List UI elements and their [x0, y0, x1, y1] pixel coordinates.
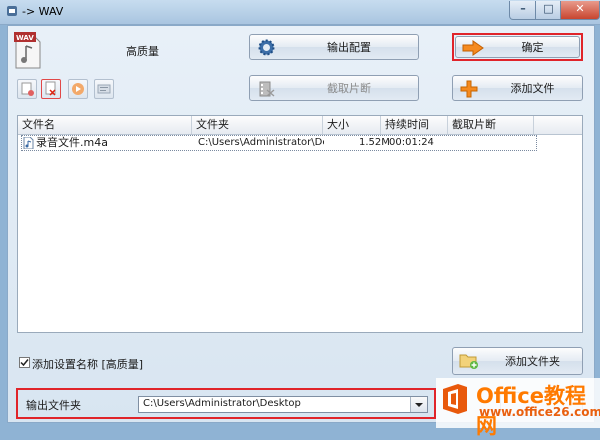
watermark-logo: Office教程网 www.office26.com: [436, 378, 600, 438]
table-header: 文件名 文件夹 大小 持续时间 截取片断: [18, 116, 582, 135]
cell-duration: 00:01:24: [389, 137, 434, 148]
output-folder-select[interactable]: C:\Users\Administrator\Desktop: [138, 396, 428, 413]
play-icon: [72, 83, 84, 95]
column-header-clip[interactable]: 截取片断: [448, 116, 534, 134]
minimize-button[interactable]: –: [509, 1, 537, 20]
add-setting-name-label: 添加设置名称 [高质量]: [32, 358, 144, 371]
table-row[interactable]: 录音文件.m4a C:\Users\Administrator\Des... 1…: [21, 135, 537, 151]
file-table: 文件名 文件夹 大小 持续时间 截取片断 录音文件.m4a C:\Users\A…: [17, 115, 583, 333]
play-button[interactable]: [68, 79, 88, 99]
add-folder-label: 添加文件夹: [505, 355, 560, 368]
output-config-button[interactable]: 输出配置: [249, 34, 419, 60]
add-file-label: 添加文件: [510, 82, 555, 95]
column-header-duration[interactable]: 持续时间: [381, 116, 448, 134]
watermark-url: www.office26.com: [479, 405, 600, 419]
output-folder-label: 输出文件夹: [26, 399, 81, 412]
audio-file-icon: [23, 137, 34, 149]
plus-icon: [460, 80, 478, 98]
cell-folder: C:\Users\Administrator\Des...: [198, 137, 324, 148]
close-button[interactable]: ✕: [560, 1, 600, 20]
add-file-button[interactable]: 添加文件: [452, 75, 583, 101]
checkmark-icon: [20, 359, 29, 367]
window-title: -> WAV: [22, 5, 64, 18]
delete-icon: [45, 81, 56, 96]
clear-list-button[interactable]: [41, 79, 61, 99]
quality-label: 高质量: [126, 45, 159, 58]
cell-filename: 录音文件.m4a: [36, 136, 108, 149]
remove-file-icon: [21, 82, 34, 96]
arrow-right-icon: [462, 40, 484, 56]
info-button[interactable]: [94, 79, 114, 99]
maximize-button[interactable]: □: [535, 1, 562, 20]
ok-button[interactable]: 确定: [455, 36, 580, 58]
info-icon: [97, 84, 111, 94]
clip-label: 截取片断: [327, 82, 371, 95]
output-folder-value: C:\Users\Administrator\Desktop: [143, 398, 301, 409]
column-header-folder[interactable]: 文件夹: [192, 116, 323, 134]
column-header-name[interactable]: 文件名: [18, 116, 192, 134]
wav-file-icon: WAV: [14, 32, 41, 69]
svg-text:WAV: WAV: [16, 34, 34, 42]
film-clip-icon: [259, 81, 275, 97]
add-setting-name-checkbox[interactable]: [19, 357, 30, 368]
minimize-icon: –: [520, 2, 526, 15]
output-config-label: 输出配置: [327, 41, 371, 54]
column-header-size[interactable]: 大小: [323, 116, 381, 134]
cell-clip: [454, 136, 534, 150]
clip-button[interactable]: 截取片断: [249, 75, 419, 101]
add-folder-button[interactable]: 添加文件夹: [452, 347, 583, 375]
folder-add-icon: [459, 354, 478, 369]
app-icon: [7, 6, 17, 16]
maximize-icon: □: [543, 2, 554, 15]
chevron-down-icon[interactable]: [410, 397, 427, 412]
gear-icon: [258, 39, 275, 56]
title-bar: -> WAV – □ ✕: [0, 0, 600, 25]
remove-button[interactable]: [17, 79, 37, 99]
close-icon: ✕: [575, 2, 585, 15]
ok-label: 确定: [521, 41, 544, 54]
office-logo-icon: [443, 384, 467, 414]
